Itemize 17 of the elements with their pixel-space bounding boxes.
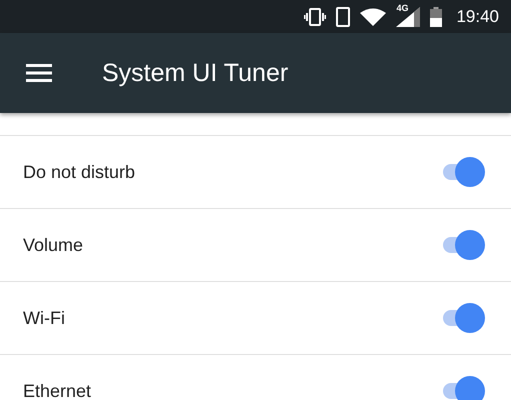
app-title: System UI Tuner: [102, 58, 288, 88]
signal-icon: [396, 6, 420, 26]
toggle-switch[interactable]: [441, 157, 485, 187]
battery-icon: [430, 6, 442, 26]
setting-label: Volume: [23, 234, 84, 256]
menu-icon[interactable]: [26, 64, 52, 82]
network-type: 4G: [396, 2, 408, 12]
clock-time: 19:40: [456, 6, 499, 26]
toggle-switch[interactable]: [441, 230, 485, 260]
setting-label: Wi-Fi: [23, 308, 65, 328]
setting-label: Do not disturb: [23, 162, 136, 182]
toggle-switch[interactable]: [441, 376, 485, 400]
wifi-icon: [360, 8, 386, 26]
vibrate-icon: [304, 8, 326, 26]
toggle-switch[interactable]: [441, 303, 485, 333]
phone-icon: [336, 6, 350, 26]
setting-label: Ethernet: [23, 380, 92, 400]
